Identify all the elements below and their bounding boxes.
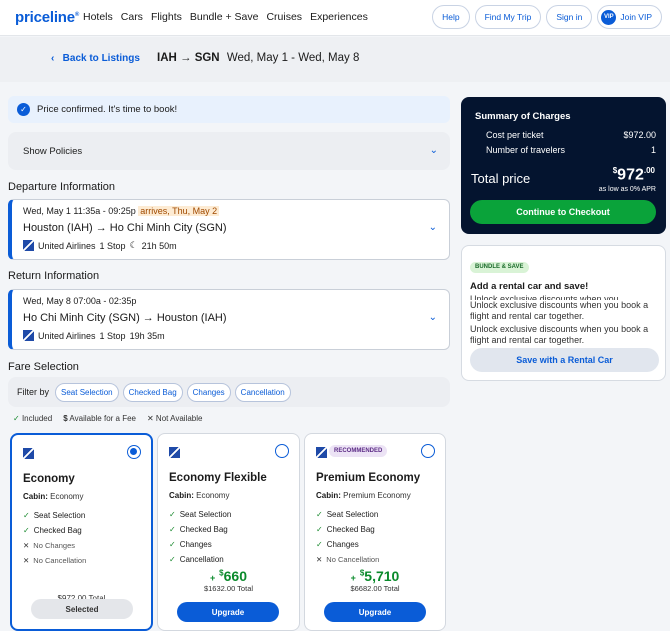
fare-selection-heading: Fare Selection: [8, 361, 79, 373]
show-policies-toggle[interactable]: Show Policies ⌄: [8, 132, 450, 170]
fare-radio-economy-flexible[interactable]: [275, 444, 289, 458]
check-circle-icon: ✓: [17, 103, 30, 116]
departure-heading: Departure Information: [8, 181, 115, 193]
dollar-icon: $: [63, 414, 68, 423]
join-vip-label: Join VIP: [620, 12, 652, 22]
check-icon: ✓: [169, 540, 176, 549]
moon-icon: ☾: [129, 240, 138, 250]
united-airlines-logo: [23, 448, 34, 459]
fare-card-economy[interactable]: Economy Cabin: Economy ✓ Seat Selection ✓…: [10, 433, 153, 631]
vip-icon: VIP: [601, 9, 617, 25]
cost-per-ticket-value: $972.00: [623, 130, 656, 140]
top-nav: priceline® Hotels Cars Flights Bundle + …: [0, 0, 670, 36]
fare-radio-economy[interactable]: [127, 445, 141, 459]
united-airlines-logo: [316, 447, 327, 458]
filter-cancellation[interactable]: Cancellation: [234, 382, 291, 402]
nav-links: Hotels Cars Flights Bundle + Save Cruise…: [83, 11, 368, 23]
x-icon: ✕: [146, 414, 154, 423]
return-flight-card[interactable]: Wed, May 8 07:00a - 02:35p Ho Chi Minh C…: [8, 289, 450, 350]
fare-legend: ✓ Included $ Available for a Fee ✕ Not A…: [13, 414, 203, 423]
travelers-count: 1: [650, 145, 656, 155]
trip-route: IAH → SGN Wed, May 1 - Wed, May 8: [157, 52, 360, 64]
return-route: Ho Chi Minh City (SGN) → Houston (IAH): [23, 312, 227, 324]
check-icon: ✓: [316, 525, 323, 534]
filter-checked-bag[interactable]: Checked Bag: [122, 382, 183, 402]
nav-link-bundle[interactable]: Bundle + Save: [190, 11, 259, 23]
fare-card-premium-economy[interactable]: RECOMMENDED Premium Economy Cabin: Premi…: [304, 433, 446, 631]
recommended-badge: RECOMMENDED: [329, 445, 388, 457]
bundle-save-badge: BUNDLE & SAVE: [470, 262, 529, 273]
chevron-down-icon: ⌄: [429, 145, 438, 156]
check-icon: ✓: [169, 525, 176, 534]
chevron-down-icon: ⌄: [428, 312, 437, 323]
priceline-logo[interactable]: priceline®: [15, 9, 79, 26]
continue-to-checkout-button[interactable]: Continue to Checkout: [470, 200, 656, 224]
check-icon: ✓: [169, 555, 176, 564]
nav-link-experiences[interactable]: Experiences: [310, 11, 368, 23]
save-with-rental-car-button[interactable]: Save with a Rental Car: [470, 348, 659, 372]
filter-seat-selection[interactable]: Seat Selection: [55, 382, 119, 402]
back-to-listings-link[interactable]: ‹ Back to Listings: [51, 53, 140, 64]
united-airlines-logo: [23, 240, 34, 251]
upgrade-price: + $5,710: [350, 568, 400, 584]
upgrade-price: + $660: [210, 568, 247, 584]
x-icon: ✕: [316, 555, 323, 564]
check-icon: ✓: [316, 510, 323, 519]
nav-link-hotels[interactable]: Hotels: [83, 11, 113, 23]
join-vip-button[interactable]: VIP Join VIP: [597, 5, 662, 29]
check-icon: ✓: [169, 510, 176, 519]
return-heading: Return Information: [8, 270, 100, 282]
check-icon: ✓: [23, 511, 30, 520]
fare-radio-premium-economy[interactable]: [421, 444, 435, 458]
departure-route: Houston (IAH) → Ho Chi Minh City (SGN): [23, 222, 227, 234]
price-confirmed-banner: ✓ Price confirmed. It's time to book!: [8, 96, 450, 123]
check-icon: ✓: [316, 540, 323, 549]
fare-filter-bar: Filter by Seat Selection Checked Bag Cha…: [8, 377, 450, 407]
check-icon: ✓: [23, 526, 30, 535]
upgrade-button[interactable]: Upgrade: [177, 602, 279, 622]
nav-link-cruises[interactable]: Cruises: [266, 11, 302, 23]
chevron-down-icon: ⌄: [428, 222, 437, 233]
united-airlines-logo: [23, 330, 34, 341]
x-icon: ✕: [23, 541, 30, 550]
departure-flight-card[interactable]: Wed, May 1 11:35a - 09:25p arrives, Thu,…: [8, 199, 450, 260]
filter-changes[interactable]: Changes: [186, 382, 231, 402]
total-price-value: $972.00: [612, 166, 655, 184]
fare-card-economy-flexible[interactable]: Economy Flexible Cabin: Economy ✓ Seat Se…: [157, 433, 300, 631]
arrives-next-day-badge: arrives, Thu, May 2: [138, 206, 220, 216]
bundle-save-card: BUNDLE & SAVE Add a rental car and save!…: [461, 245, 666, 381]
upgrade-button[interactable]: Upgrade: [324, 602, 426, 622]
find-my-trip-button[interactable]: Find My Trip: [474, 5, 542, 29]
summary-of-charges: Summary of Charges Cost per ticket $972.0…: [461, 97, 666, 234]
nav-link-cars[interactable]: Cars: [121, 11, 143, 23]
trip-subbar: ‹ Back to Listings IAH → SGN Wed, May 1 …: [0, 37, 670, 82]
fare-total: $6682.00 Total: [350, 584, 400, 593]
check-icon: ✓: [13, 414, 20, 423]
fare-total: $1632.00 Total: [203, 584, 254, 593]
x-icon: ✕: [23, 556, 30, 565]
nav-link-flights[interactable]: Flights: [151, 11, 182, 23]
selected-button[interactable]: Selected: [31, 599, 133, 619]
apr-note: as low as 0% APR: [598, 186, 656, 193]
sign-in-button[interactable]: Sign in: [546, 5, 593, 29]
help-button[interactable]: Help: [432, 5, 470, 29]
united-airlines-logo: [169, 447, 180, 458]
